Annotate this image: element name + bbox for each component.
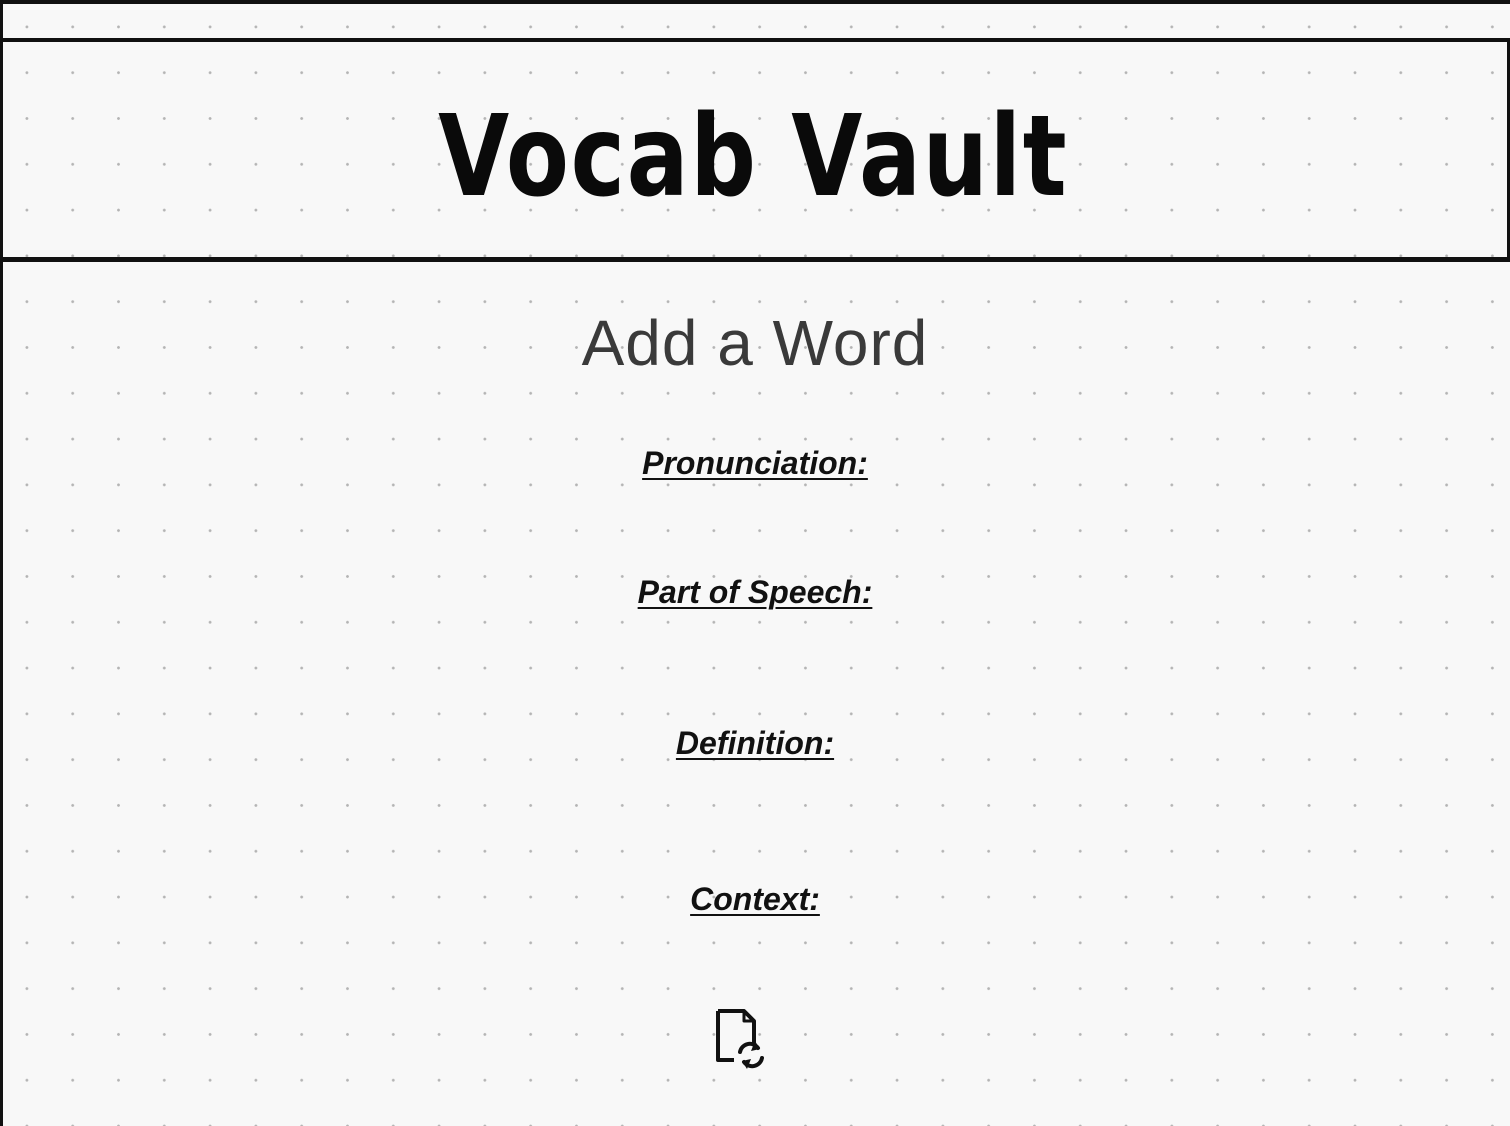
part-of-speech-label: Part of Speech: bbox=[637, 574, 873, 610]
app-header: Vocab Vault bbox=[0, 42, 1510, 262]
pronunciation-label: Pronunciation: bbox=[642, 445, 868, 481]
app-title: Vocab Vault bbox=[438, 91, 1069, 222]
top-strip bbox=[0, 0, 1510, 42]
file-refresh-icon bbox=[716, 1009, 764, 1069]
definition-label: Definition: bbox=[675, 725, 835, 761]
refresh-file-button[interactable] bbox=[710, 1006, 772, 1074]
form-heading: Add a Word bbox=[581, 307, 929, 379]
context-label: Context: bbox=[690, 881, 820, 917]
